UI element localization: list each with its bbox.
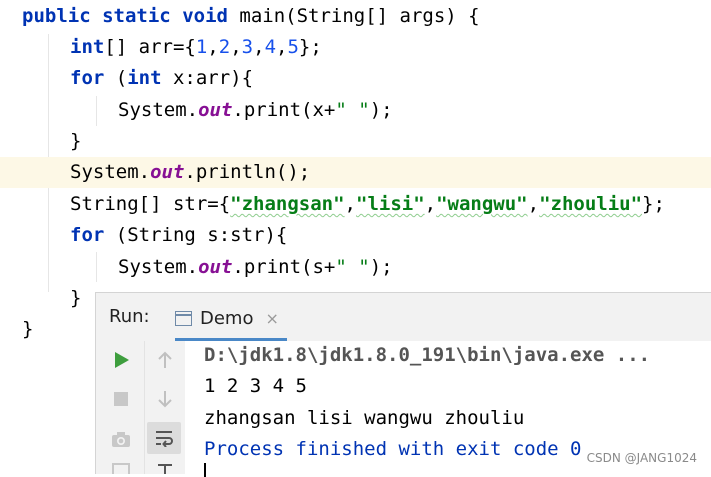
- code-line: }: [70, 130, 82, 152]
- close-icon[interactable]: ×: [265, 309, 278, 328]
- camera-icon[interactable]: [108, 426, 134, 452]
- code-line: }: [70, 287, 82, 309]
- code-line: public static void main(String[] args) {: [22, 5, 480, 27]
- run-label: Run:: [109, 306, 150, 327]
- code-line: }: [22, 318, 34, 340]
- stop-icon[interactable]: [108, 386, 134, 412]
- code-line: for (String s:str){: [70, 224, 288, 246]
- watermark: CSDN @JANG1024: [586, 451, 697, 465]
- arrow-down-icon[interactable]: [152, 386, 178, 412]
- run-toolbar: Run: Demo ×: [96, 293, 711, 341]
- code-line: int[] arr={1,2,3,4,5};: [70, 36, 322, 58]
- text-caret: [204, 463, 206, 477]
- run-actions-toolbar: [96, 341, 144, 474]
- console-actions-toolbar: [144, 341, 185, 474]
- scroll-to-end-icon[interactable]: [152, 463, 178, 474]
- rerun-icon[interactable]: [108, 347, 134, 373]
- code-line: String[] str={"zhangsan","lisi","wangwu"…: [70, 193, 665, 215]
- restore-layout-icon[interactable]: [108, 463, 134, 474]
- run-tool-window: Run: Demo × D:\jdk1.8\jdk1.8.0_191\bin\j…: [95, 292, 711, 477]
- code-line: for (int x:arr){: [70, 67, 254, 89]
- current-code-line: System.out.println();: [0, 157, 711, 188]
- arrow-up-icon[interactable]: [152, 347, 178, 373]
- console-exit-line: Process finished with exit code 0: [204, 438, 582, 460]
- console-output-line: 1 2 3 4 5: [204, 375, 319, 397]
- console-output-line: zhangsan lisi wangwu zhouliu: [204, 407, 536, 429]
- tab-demo[interactable]: Demo ×: [175, 302, 279, 334]
- code-line: System.out.print(x+" ");: [118, 99, 393, 121]
- code-line: System.out.print(s+" ");: [118, 256, 393, 278]
- tab-label: Demo: [200, 307, 254, 329]
- console-tab-icon: [175, 310, 192, 326]
- soft-wrap-icon[interactable]: [147, 422, 181, 454]
- console-command-line: D:\jdk1.8\jdk1.8.0_191\bin\java.exe ...: [204, 344, 651, 366]
